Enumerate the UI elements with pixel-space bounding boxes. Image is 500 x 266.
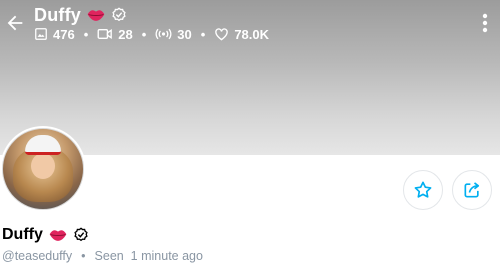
share-profile-button[interactable]	[452, 170, 492, 210]
profile-name-row: Duffy	[2, 224, 89, 246]
avatar[interactable]	[0, 126, 86, 212]
image-icon	[34, 27, 48, 41]
stat-separator: •	[83, 26, 89, 42]
meta-separator: •	[81, 249, 86, 263]
stat-separator: •	[200, 26, 206, 42]
avatar-face-shape	[31, 153, 55, 179]
verified-badge-icon	[73, 227, 89, 243]
stat-likes-count: 78.0K	[234, 26, 270, 42]
profile-handle: @teaseduffy	[2, 249, 73, 263]
stat-streams-count: 30	[177, 26, 192, 42]
header-title: Duffy	[34, 4, 127, 26]
heart-icon	[214, 27, 229, 41]
stat-photos-count: 476	[53, 26, 75, 42]
more-vertical-icon	[476, 12, 494, 34]
lips-icon	[48, 227, 68, 243]
last-seen-status: Seen 1 minute ago	[94, 249, 203, 263]
avatar-image	[2, 128, 84, 210]
stat-streams: 30	[155, 26, 192, 42]
header-username: Duffy	[34, 4, 81, 25]
profile-display-name: Duffy	[2, 226, 43, 243]
back-button[interactable]	[4, 12, 26, 34]
broadcast-icon	[155, 27, 172, 41]
stat-separator: •	[141, 26, 147, 42]
lips-icon	[86, 7, 106, 23]
share-icon	[462, 180, 482, 200]
arrow-left-icon	[4, 12, 26, 34]
profile-stats: 476 • 28 • 30 • 78.0K	[34, 25, 269, 43]
stat-photos: 476	[34, 27, 75, 42]
video-icon	[97, 27, 113, 41]
more-options-button[interactable]	[476, 12, 494, 34]
star-icon	[413, 180, 433, 200]
stat-videos: 28	[97, 26, 133, 42]
stat-likes: 78.0K	[214, 27, 269, 42]
stat-videos-count: 28	[118, 26, 133, 42]
profile-meta: @teaseduffy • Seen 1 minute ago	[2, 248, 203, 264]
verified-badge-icon	[111, 7, 127, 23]
avatar-hat-shape	[25, 135, 61, 155]
add-to-favorites-button[interactable]	[403, 170, 443, 210]
